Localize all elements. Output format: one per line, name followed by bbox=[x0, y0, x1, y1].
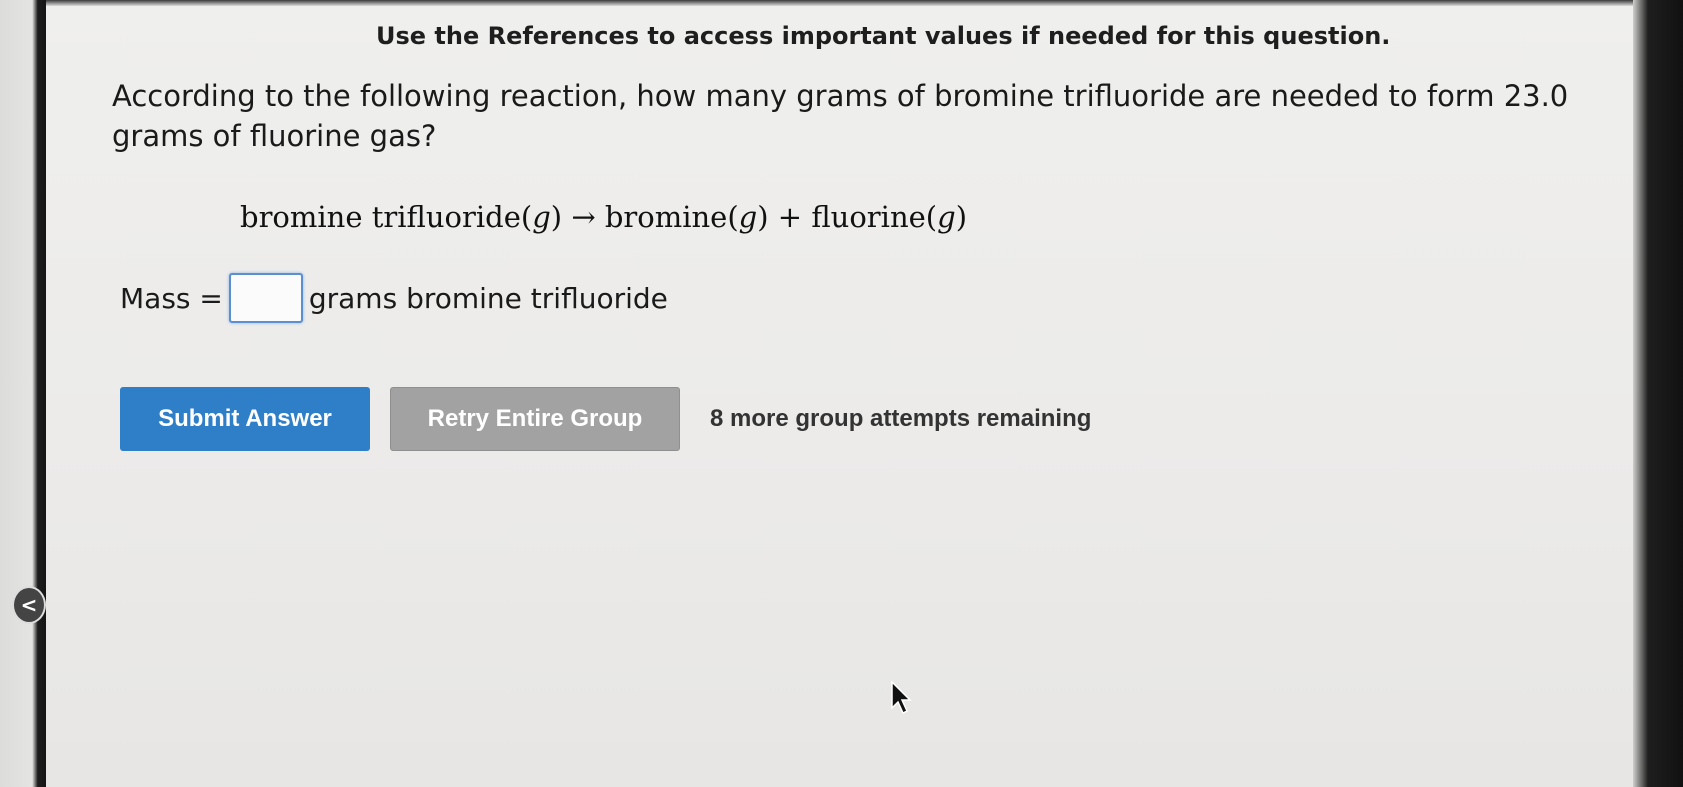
reaction-arrow: → bbox=[571, 200, 596, 234]
monitor-right-bezel bbox=[1633, 0, 1683, 787]
reaction-equation: bromine trifluoride(g) → bromine(g) + fl… bbox=[240, 200, 968, 234]
question-panel: Use the References to access important v… bbox=[46, 6, 1633, 787]
question-text: According to the following reaction, how… bbox=[112, 79, 1569, 153]
plus-sign: + bbox=[777, 200, 803, 234]
phase-symbol: g bbox=[738, 200, 758, 234]
product-2-name: fluorine bbox=[811, 200, 926, 234]
mass-input[interactable] bbox=[228, 273, 303, 323]
phase-symbol: g bbox=[532, 200, 551, 234]
product-1-name: bromine bbox=[604, 200, 728, 234]
mass-label: Mass = bbox=[120, 281, 223, 315]
retry-entire-group-button[interactable]: Retry Entire Group bbox=[390, 387, 680, 451]
mass-unit-label: grams bromine trifluoride bbox=[308, 281, 668, 315]
mouse-pointer-icon bbox=[891, 680, 912, 715]
reactant-name: bromine trifluoride bbox=[240, 200, 521, 234]
reference-note: Use the References to access important v… bbox=[376, 22, 1391, 50]
answer-row: Mass = grams bromine trifluoride bbox=[120, 270, 668, 326]
action-bar: Submit Answer Retry Entire Group 8 more … bbox=[120, 384, 1091, 454]
previous-question-button[interactable]: < bbox=[12, 586, 46, 624]
chevron-left-icon: < bbox=[20, 593, 38, 617]
monitor-left-bezel bbox=[0, 0, 46, 787]
screen: < Use the References to access important… bbox=[0, 0, 1683, 787]
submit-answer-button[interactable]: Submit Answer bbox=[120, 387, 370, 451]
attempts-remaining-text: 8 more group attempts remaining bbox=[710, 405, 1092, 432]
phase-symbol: g bbox=[937, 200, 956, 234]
